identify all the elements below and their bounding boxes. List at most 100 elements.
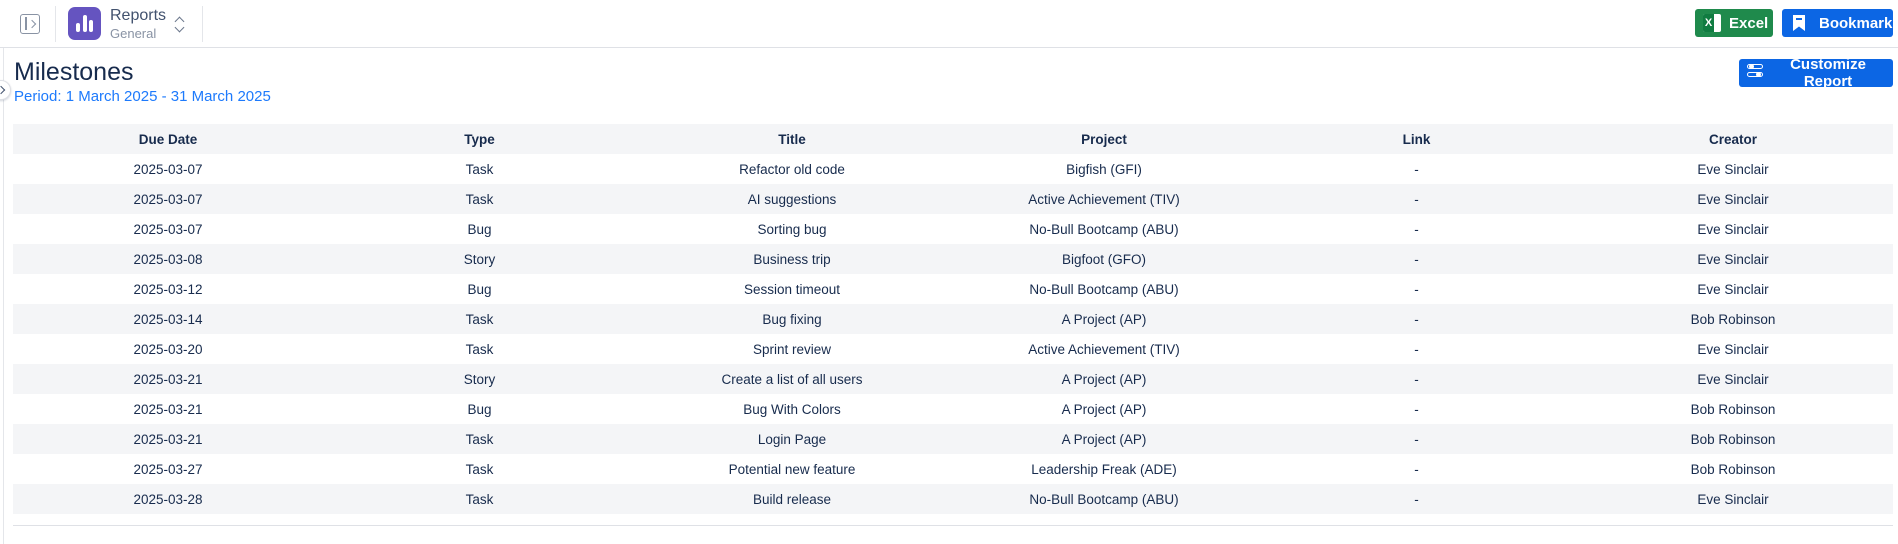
chevron-updown-icon[interactable] xyxy=(174,15,186,33)
table-row[interactable]: 2025-03-07 Bug Sorting bug No-Bull Bootcamp… xyxy=(13,214,1893,244)
cell-link: - xyxy=(1260,364,1573,394)
cell-due-date: 2025-03-07 xyxy=(13,184,323,214)
cell-type: Task xyxy=(323,484,636,514)
table-row[interactable]: 2025-03-12 Bug Session timeout No-Bull Boot… xyxy=(13,274,1893,304)
cell-title: Create a list of all users xyxy=(636,364,948,394)
table-row[interactable]: 2025-03-28 Task Build release No-Bull Bootc… xyxy=(13,484,1893,514)
cell-due-date: 2025-03-08 xyxy=(13,244,323,274)
cell-title: Session timeout xyxy=(743,281,841,297)
bookmark-icon xyxy=(1793,14,1811,32)
cell-due-date: 2025-03-12 xyxy=(133,281,203,297)
cell-creator: Bob Robinson xyxy=(1573,424,1893,454)
table-row[interactable]: 2025-03-21 Story Create a list of all user… xyxy=(13,364,1893,394)
column-header-creator[interactable]: Creator xyxy=(1573,124,1893,154)
divider xyxy=(55,6,56,42)
cell-due-date: 2025-03-21 xyxy=(13,424,323,454)
report-period: Period: 1 March 2025 - 31 March 2025 xyxy=(14,88,271,105)
cell-creator: Eve Sinclair xyxy=(1697,161,1769,177)
cell-type: Task xyxy=(465,461,494,477)
table-row[interactable]: 2025-03-08 Story Business trip Bigfoot (GFO… xyxy=(13,244,1893,274)
customize-report-label: Customize Report xyxy=(1790,56,1866,90)
cell-creator: Eve Sinclair xyxy=(1697,221,1769,237)
excel-button-label: Excel xyxy=(1729,14,1769,32)
cell-type: Task xyxy=(465,161,494,177)
cell-title: Login Page xyxy=(636,424,948,454)
cell-link: - xyxy=(1414,281,1419,297)
cell-link: - xyxy=(1260,304,1573,334)
cell-project: Bigfoot (GFO) xyxy=(948,244,1260,274)
cell-type: Story xyxy=(323,244,636,274)
milestones-table: Due Date Type Title Project Link Creator… xyxy=(13,124,1893,514)
cell-due-date: 2025-03-27 xyxy=(133,461,203,477)
cell-link: - xyxy=(1414,161,1419,177)
cell-type: Task xyxy=(323,184,636,214)
cell-type: Bug xyxy=(467,221,492,237)
cell-project: Leadership Freak (ADE) xyxy=(1031,461,1177,477)
cell-title: Build release xyxy=(636,484,948,514)
cell-type: Task xyxy=(323,424,636,454)
column-header-link[interactable]: Link xyxy=(1260,124,1573,154)
cell-due-date: 2025-03-28 xyxy=(13,484,323,514)
cell-link: - xyxy=(1414,341,1419,357)
cell-title: Sorting bug xyxy=(757,221,827,237)
cell-type: Task xyxy=(323,304,636,334)
table-body: 2025-03-07 Task Refactor old code Bigfish (… xyxy=(13,154,1893,514)
cell-type: Bug xyxy=(467,401,492,417)
cell-link: - xyxy=(1414,401,1419,417)
cell-title: AI suggestions xyxy=(636,184,948,214)
app-switcher[interactable]: Reports General xyxy=(68,7,194,41)
cell-project: No-Bull Bootcamp (ABU) xyxy=(948,484,1260,514)
table-row[interactable]: 2025-03-20 Task Sprint review Active Achiev… xyxy=(13,334,1893,364)
cell-due-date: 2025-03-20 xyxy=(133,341,203,357)
table-bottom-border xyxy=(13,525,1893,526)
table-row[interactable]: 2025-03-27 Task Potential new feature Leade… xyxy=(13,454,1893,484)
table-row[interactable]: 2025-03-21 Bug Bug With Colors A Project (A… xyxy=(13,394,1893,424)
cell-type: Story xyxy=(323,364,636,394)
cell-project: A Project (AP) xyxy=(1061,401,1147,417)
cell-link: - xyxy=(1414,461,1419,477)
cell-project: No-Bull Bootcamp (ABU) xyxy=(1029,281,1179,297)
column-header-due-date[interactable]: Due Date xyxy=(13,124,323,154)
cell-project: A Project (AP) xyxy=(948,364,1260,394)
cell-creator: Bob Robinson xyxy=(1573,304,1893,334)
excel-icon xyxy=(1703,14,1721,32)
cell-due-date: 2025-03-07 xyxy=(133,221,203,237)
bar-chart-icon xyxy=(68,7,101,40)
cell-creator: Eve Sinclair xyxy=(1573,484,1893,514)
bookmark-button[interactable]: Bookmark xyxy=(1782,9,1893,37)
cell-project: A Project (AP) xyxy=(948,304,1260,334)
cell-due-date: 2025-03-21 xyxy=(13,364,323,394)
cell-title: Bug fixing xyxy=(636,304,948,334)
left-rail xyxy=(0,48,11,544)
cell-creator: Eve Sinclair xyxy=(1697,281,1769,297)
cell-creator: Eve Sinclair xyxy=(1697,341,1769,357)
cell-creator: Eve Sinclair xyxy=(1573,364,1893,394)
table-row[interactable]: 2025-03-21 Task Login Page A Project (AP) - B… xyxy=(13,424,1893,454)
cell-type: Bug xyxy=(467,281,492,297)
cell-link: - xyxy=(1414,221,1419,237)
excel-export-button[interactable]: Excel xyxy=(1695,9,1773,37)
column-header-type[interactable]: Type xyxy=(323,124,636,154)
cell-link: - xyxy=(1260,244,1573,274)
sliders-icon xyxy=(1747,64,1765,82)
page-title: Milestones xyxy=(14,58,134,86)
table-row[interactable]: 2025-03-07 Task AI suggestions Active Achie… xyxy=(13,184,1893,214)
cell-title: Potential new feature xyxy=(728,461,856,477)
cell-type: Task xyxy=(465,341,494,357)
cell-title: Sprint review xyxy=(752,341,832,357)
column-header-project[interactable]: Project xyxy=(948,124,1260,154)
table-row[interactable]: 2025-03-07 Task Refactor old code Bigfish (… xyxy=(13,154,1893,184)
top-bar: Reports General Excel Bookmark xyxy=(0,0,1898,48)
cell-creator: Eve Sinclair xyxy=(1573,184,1893,214)
table-row[interactable]: 2025-03-14 Task Bug fixing A Project (AP) - B… xyxy=(13,304,1893,334)
app-name: Reports xyxy=(110,7,167,24)
expand-sidebar-icon[interactable] xyxy=(0,80,11,100)
cell-due-date: 2025-03-07 xyxy=(133,161,203,177)
sidebar-toggle-icon[interactable] xyxy=(20,14,40,34)
column-header-title[interactable]: Title xyxy=(636,124,948,154)
cell-link: - xyxy=(1260,484,1573,514)
cell-project: Active Achievement (TIV) xyxy=(1028,341,1180,357)
cell-title: Bug With Colors xyxy=(743,401,841,417)
cell-creator: Bob Robinson xyxy=(1690,401,1776,417)
customize-report-button[interactable]: Customize Report xyxy=(1739,56,1893,90)
